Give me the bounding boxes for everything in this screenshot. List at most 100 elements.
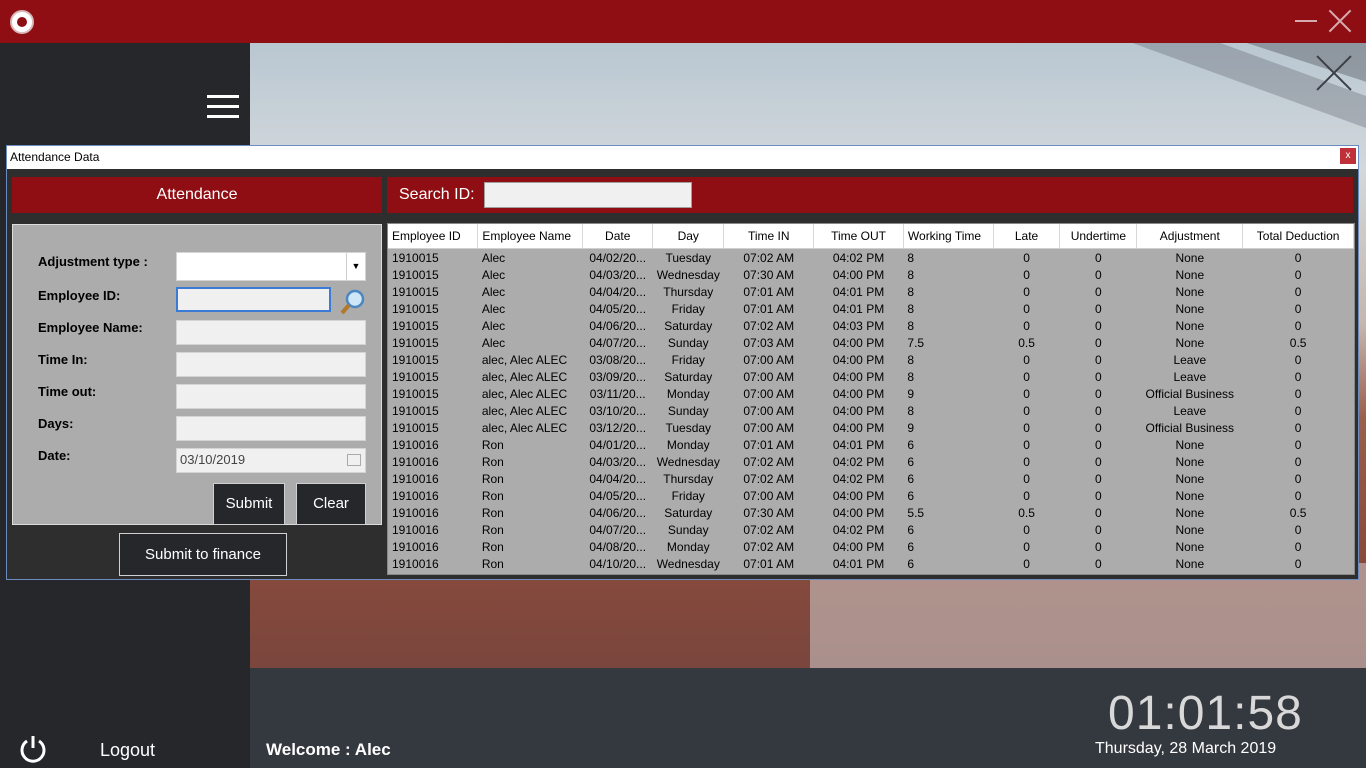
table-cell: Wednesday (656, 454, 720, 469)
table-cell: Saturday (664, 369, 713, 384)
clear-button[interactable]: Clear (296, 483, 366, 525)
column-header[interactable]: Undertime (1059, 224, 1138, 249)
table-row[interactable]: 1910015 Alec 04/06/20... Saturday 07:02 AM 04… (388, 317, 1354, 334)
chevron-down-icon[interactable]: ▼ (346, 253, 365, 280)
table-cell: 04:01 PM (832, 301, 885, 316)
table-cell: 04/05/20... (589, 301, 647, 316)
column-header[interactable]: Time OUT (813, 224, 904, 249)
table-row[interactable]: 1910015 Alec 04/04/20... Thursday 07:01 AM 04… (388, 283, 1354, 300)
time-in-field[interactable] (176, 352, 366, 377)
column-header[interactable]: Working Time (903, 224, 994, 249)
table-cell: 1910016 (392, 505, 439, 520)
table-row[interactable]: 1910015 alec, Alec ALEC 03/08/20... Friday 0… (388, 351, 1354, 368)
table-cell: 0 (1023, 522, 1030, 537)
table-cell: Friday (671, 301, 705, 316)
table-row[interactable]: 1910015 Alec 04/03/20... Wednesday 07:30 AM 0… (388, 266, 1354, 283)
table-cell: 0 (1023, 539, 1030, 554)
date-value: 03/10/2019 (180, 452, 246, 467)
table-cell: 7.5 (907, 335, 925, 350)
table-cell: 1910015 (392, 386, 439, 401)
table-row[interactable]: 1910016 Ron 04/06/20... Saturday 07:30 AM 04:… (388, 504, 1354, 521)
table-cell: None (1175, 505, 1205, 520)
table-row[interactable]: 1910015 Alec 04/07/20... Sunday 07:03 AM 04:0… (388, 334, 1354, 351)
close-icon[interactable] (1316, 55, 1352, 91)
table-cell: 07:00 AM (743, 352, 795, 367)
table-cell: 07:00 AM (743, 420, 795, 435)
table-cell: 0 (1294, 284, 1302, 299)
magnifier-icon[interactable] (339, 288, 367, 316)
table-row[interactable]: 1910016 Ron 04/07/20... Sunday 07:02 AM 04:02… (388, 521, 1354, 538)
table-cell: 0 (1294, 250, 1302, 265)
table-row[interactable]: 1910015 Alec 04/05/20... Friday 07:01 AM 04:0… (388, 300, 1354, 317)
table-cell: 04:00 PM (832, 539, 885, 554)
table-row[interactable]: 1910015 alec, Alec ALEC 03/11/20... Monday 0… (388, 385, 1354, 402)
table-cell: 0 (1294, 318, 1302, 333)
table-row[interactable]: 1910015 Alec 04/02/20... Tuesday 07:02 AM 04:… (388, 249, 1354, 267)
minimize-button[interactable] (1295, 20, 1317, 22)
table-cell: 04:00 PM (832, 420, 885, 435)
table-row[interactable]: 1910016 Ron 04/05/20... Friday 07:00 AM 04:00… (388, 487, 1354, 504)
employee-name-field[interactable] (176, 320, 366, 345)
table-cell: 07:30 AM (743, 267, 795, 282)
adjustment-type-select[interactable]: ▼ (176, 252, 366, 281)
table-row[interactable]: 1910015 alec, Alec ALEC 03/09/20... Saturda… (388, 368, 1354, 385)
submit-to-finance-button[interactable]: Submit to finance (119, 533, 287, 576)
table-row[interactable]: 1910015 alec, Alec ALEC 03/12/20... Tuesday… (388, 419, 1354, 436)
attendance-table[interactable]: Employee ID Employee Name Date Day Time … (387, 223, 1355, 575)
search-input[interactable] (484, 182, 692, 208)
column-header[interactable]: Adjustment (1136, 224, 1244, 249)
column-header[interactable]: Late (993, 224, 1061, 249)
table-cell: 07:02 AM (743, 454, 795, 469)
employee-id-label: Employee ID: (38, 288, 121, 303)
time-out-field[interactable] (176, 384, 366, 409)
table-cell: 0 (1023, 403, 1030, 418)
table-cell: Monday (666, 386, 710, 401)
table-cell: 0.5 (1018, 505, 1035, 520)
table-cell: 8 (907, 318, 915, 333)
table-row[interactable]: 1910016 Ron 04/03/20... Wednesday 07:02 AM 04… (388, 453, 1354, 470)
table-cell: Official Business (1145, 420, 1235, 435)
table-row[interactable]: 1910016 Ron 04/01/20... Monday 07:01 AM 04:01… (388, 436, 1354, 453)
column-header[interactable]: Time IN (723, 224, 815, 249)
table-cell: 1910015 (392, 420, 439, 435)
table-row[interactable]: 1910016 Ron 04/04/20... Thursday 07:02 AM 04:… (388, 470, 1354, 487)
table-cell: 04:00 PM (832, 386, 885, 401)
column-header[interactable]: Day (652, 224, 725, 249)
dialog-close-button[interactable]: x (1340, 148, 1356, 164)
table-cell: 04:01 PM (832, 437, 885, 452)
calendar-icon[interactable] (347, 454, 361, 466)
table-row[interactable]: 1910015 alec, Alec ALEC 03/10/20... Sunday 0… (388, 402, 1354, 419)
table-cell: 07:00 AM (743, 403, 795, 418)
table-row[interactable]: 1910016 Ron 04/10/20... Wednesday 07:01 AM 04… (388, 555, 1354, 572)
attendance-dialog: Attendance Data x Attendance Search ID: … (6, 145, 1359, 580)
column-header[interactable]: Date (582, 224, 654, 249)
date-picker[interactable]: 03/10/2019 (176, 448, 366, 473)
column-header[interactable]: Total Deduction (1242, 224, 1354, 249)
hamburger-icon[interactable] (207, 95, 239, 119)
power-icon[interactable] (18, 734, 48, 764)
table-cell: 0 (1023, 437, 1030, 452)
column-header[interactable]: Employee ID (388, 224, 479, 249)
table-cell: 04:01 PM (832, 284, 885, 299)
table-cell: 8 (907, 369, 915, 384)
logout-button[interactable]: Logout (100, 740, 155, 761)
table-cell: Alec (481, 267, 506, 282)
dialog-title-bar: Attendance Data x (7, 146, 1358, 169)
table-cell: 07:00 AM (743, 369, 795, 384)
window-close-button[interactable] (1327, 8, 1353, 34)
column-header[interactable]: Employee Name (477, 224, 584, 249)
table-cell: 0 (1095, 284, 1102, 299)
submit-button[interactable]: Submit (213, 483, 285, 525)
table-cell: 1910015 (392, 267, 439, 282)
table-cell: 0 (1294, 522, 1302, 537)
days-field[interactable] (176, 416, 366, 441)
search-bar: Search ID: (387, 177, 1353, 213)
table-cell: 1910016 (392, 556, 439, 571)
table-cell: 07:30 AM (743, 505, 795, 520)
table-cell: 04:02 PM (832, 250, 885, 265)
table-cell: None (1175, 437, 1205, 452)
table-cell: 1910015 (392, 301, 439, 316)
table-row[interactable]: 1910016 Ron 04/08/20... Monday 07:02 AM 04:00… (388, 538, 1354, 555)
table-cell: 1910016 (392, 522, 439, 537)
employee-id-field[interactable] (176, 287, 331, 312)
